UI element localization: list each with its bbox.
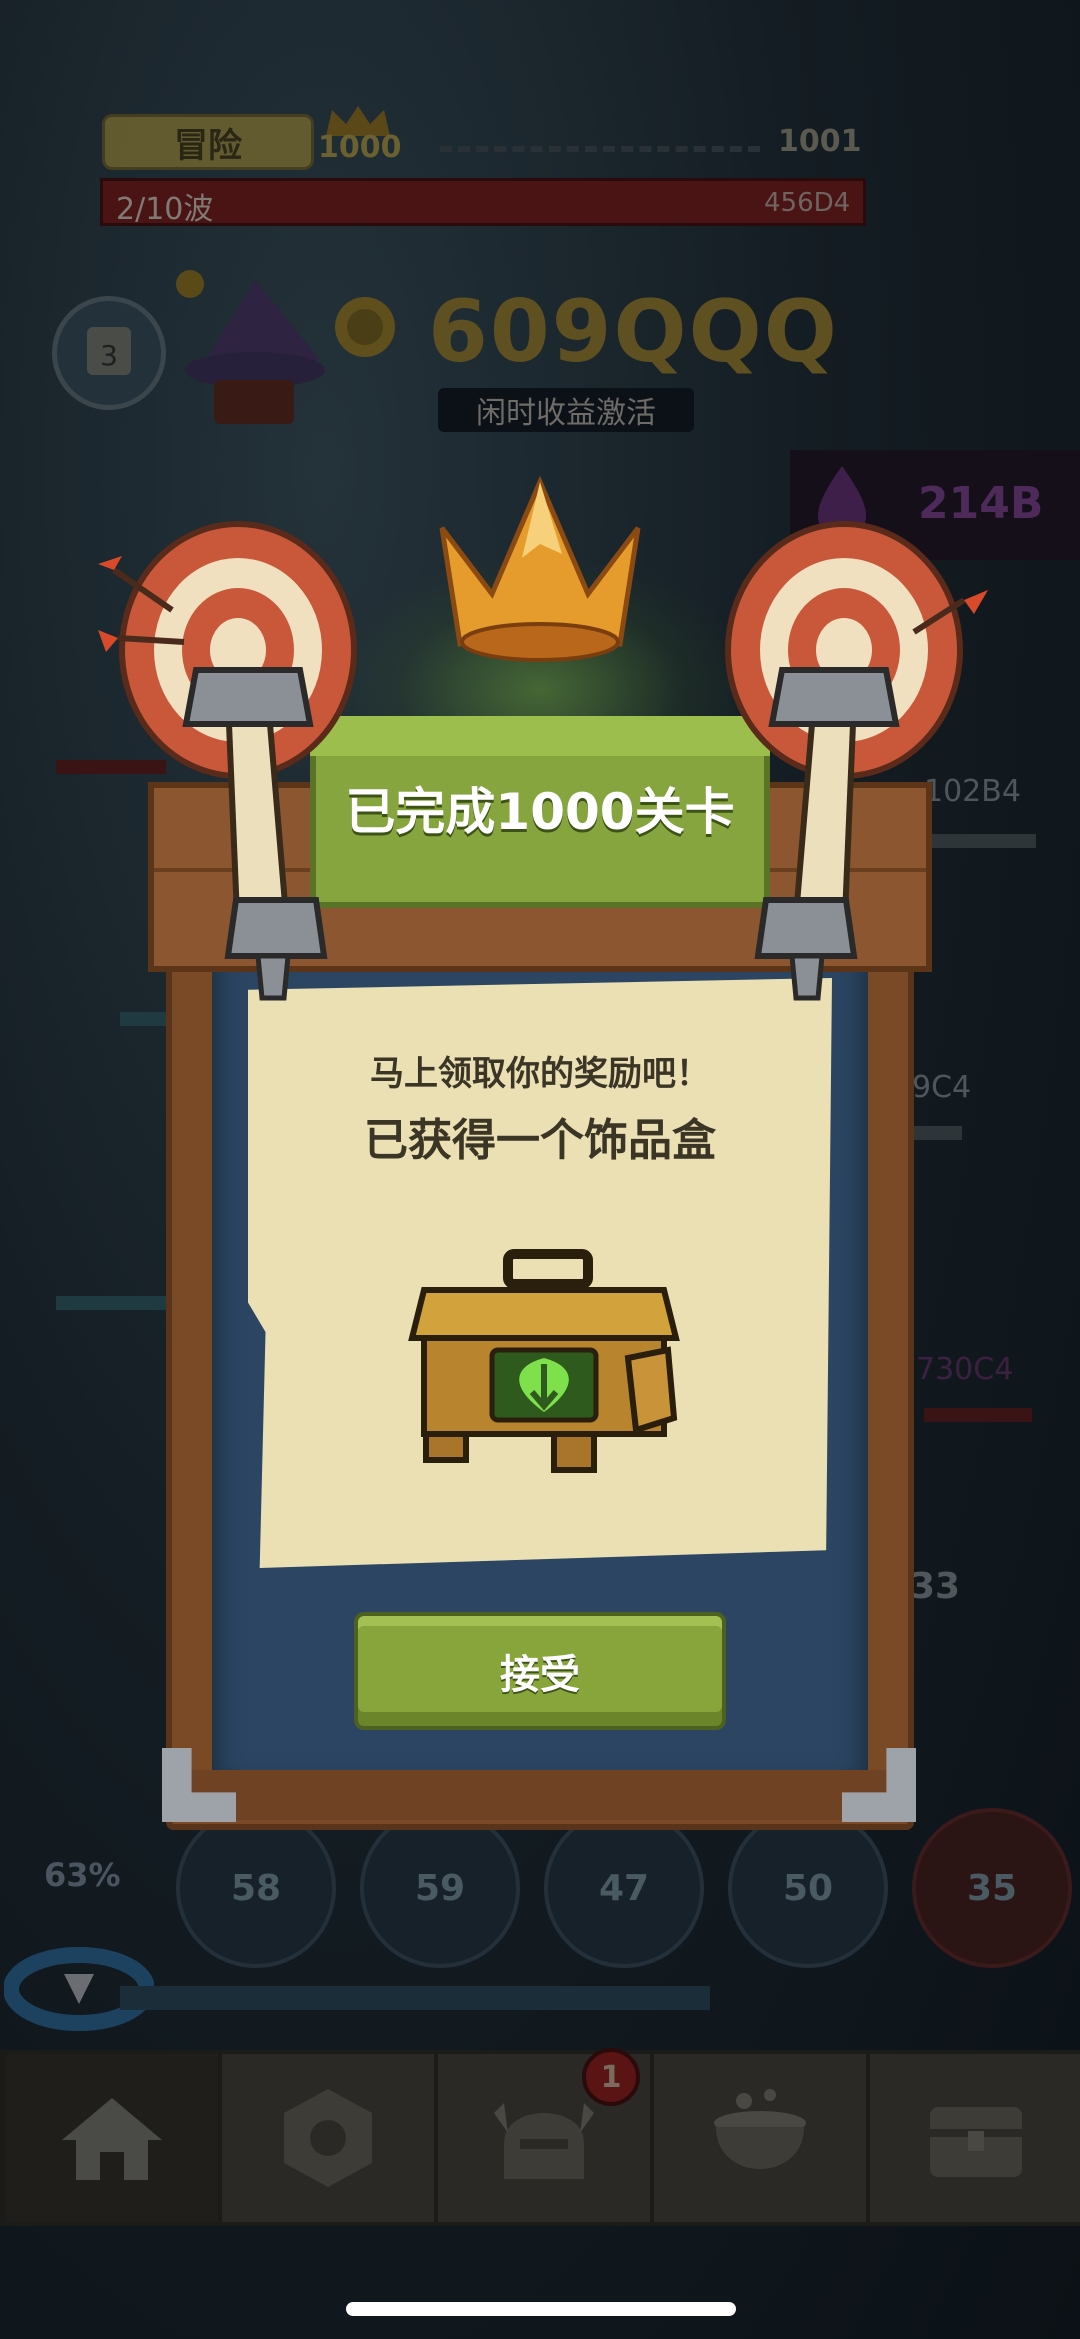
target-post-right-icon bbox=[725, 521, 988, 1001]
nav-tab-alchemy[interactable] bbox=[654, 2054, 866, 2222]
wizard-avatar-icon[interactable] bbox=[170, 260, 340, 430]
enemy-hp-3: 730C4 bbox=[916, 1352, 1014, 1387]
wave-label: 2/10波 bbox=[116, 192, 214, 227]
accept-button[interactable]: 接受 bbox=[354, 1612, 726, 1730]
enemy-hp-value: 456D4 bbox=[764, 188, 851, 218]
home-icon bbox=[62, 2098, 162, 2180]
modal-board-bottom bbox=[184, 1770, 896, 1820]
home-indicator[interactable] bbox=[346, 2302, 736, 2316]
gold-coin-icon bbox=[335, 297, 395, 357]
current-level: 1000 bbox=[318, 130, 402, 165]
skill-level-1: 58 bbox=[230, 1867, 282, 1909]
wave-progress-bar bbox=[100, 178, 866, 226]
helmet-icon bbox=[494, 2103, 594, 2179]
skill-level-5: 35 bbox=[966, 1867, 1018, 1909]
nav-tab-settings[interactable] bbox=[222, 2054, 434, 2222]
level-progress-dots bbox=[440, 146, 760, 152]
next-level: 1001 bbox=[778, 124, 862, 159]
skill-slot-2[interactable]: 59 bbox=[360, 1808, 520, 1968]
skill-level-2: 59 bbox=[414, 1867, 466, 1909]
notification-badge: 1 bbox=[582, 2048, 640, 2106]
skill-charge-percent: 63% bbox=[44, 1856, 121, 1894]
enemy-hp-2: 9C4 bbox=[912, 1070, 972, 1105]
gold-amount: 609QQQ bbox=[428, 282, 839, 382]
accessory-box-icon bbox=[408, 1249, 680, 1473]
hero-hp-bar-3 bbox=[56, 1296, 166, 1310]
skill-slot-3[interactable]: 47 bbox=[544, 1808, 704, 1968]
title-sign-highlight bbox=[310, 716, 770, 756]
skill-slot-5[interactable]: 35 bbox=[912, 1808, 1072, 1968]
skill-level-4: 50 bbox=[782, 1867, 834, 1909]
idle-income-label[interactable]: 闲时收益激活 bbox=[438, 388, 694, 432]
reward-message: 马上领取你的奖励吧！ bbox=[370, 1054, 710, 1094]
gear-icon bbox=[284, 2089, 372, 2187]
skill-slot-4[interactable]: 50 bbox=[728, 1808, 888, 1968]
calendar-icon[interactable]: 3 bbox=[52, 296, 166, 410]
accept-label: 接受 bbox=[500, 1652, 580, 1698]
enemy-hp-bar-2 bbox=[906, 1126, 962, 1140]
skill-slot-1[interactable]: 58 bbox=[176, 1808, 336, 1968]
cauldron-icon bbox=[714, 2089, 806, 2169]
reward-item-text: 已获得一个饰品盒 bbox=[364, 1115, 716, 1166]
enemy-count: 33 bbox=[910, 1566, 961, 1607]
modal-title: 已完成1000关卡 bbox=[345, 783, 735, 841]
target-post-left-icon bbox=[98, 521, 357, 1001]
skill-level-3: 47 bbox=[598, 1867, 650, 1909]
hero-hp-bar-2 bbox=[120, 1012, 170, 1026]
crown-icon bbox=[439, 475, 641, 662]
svg-text:3: 3 bbox=[100, 339, 118, 372]
mode-tab-adventure[interactable]: 冒险 bbox=[102, 114, 314, 170]
nav-tab-inventory[interactable] bbox=[870, 2054, 1080, 2222]
enemy-hp-bar-3 bbox=[924, 1408, 1032, 1422]
experience-bar bbox=[120, 1986, 710, 2010]
chest-icon bbox=[930, 2107, 1022, 2177]
nav-tab-home[interactable] bbox=[6, 2054, 218, 2222]
mode-label: 冒险 bbox=[174, 125, 242, 166]
